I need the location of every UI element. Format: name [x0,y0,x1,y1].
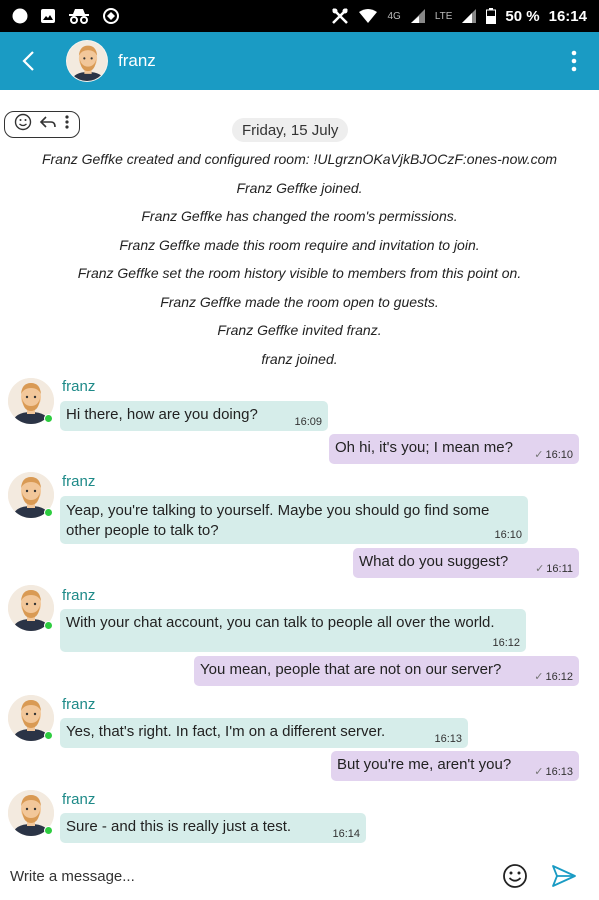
check-icon: ✓ [534,671,544,683]
room-event: Franz Geffke made the room open to guest… [160,293,439,310]
avatar[interactable] [66,40,108,82]
room-event: Franz Geffke invited franz. [217,322,382,339]
avatar[interactable] [8,790,54,836]
clock: 16:14 [548,7,587,25]
wifi-icon [358,8,378,24]
online-indicator [44,508,53,517]
battery-icon [486,8,497,24]
outgoing-message[interactable]: You mean, people that are not on our ser… [194,656,579,686]
avatar[interactable] [8,585,54,631]
online-indicator [44,731,53,740]
avatar[interactable] [8,472,54,518]
message-time: 16:10 [494,529,522,541]
incoming-message[interactable]: Sure - and this is really just a test. 1… [60,813,366,843]
message-time: ✓ 16:12 [534,670,573,683]
room-event: Franz Geffke made this room require and … [119,236,480,253]
app-bar: franz [0,32,599,90]
sender-name[interactable]: franz [62,791,95,808]
room-event: Franz Geffke created and configured room… [41,151,558,168]
circle-icon [12,8,28,24]
online-indicator [44,414,53,423]
outgoing-message[interactable]: Oh hi, it's you; I mean me? ✓ 16:10 [329,434,579,464]
emoji-picker-button[interactable] [502,863,528,889]
outgoing-message[interactable]: What do you suggest? ✓ 16:11 [353,548,579,578]
message-actions-toolbar [4,111,80,138]
message-time-value: 16:11 [546,563,573,575]
room-event: franz joined. [261,350,338,367]
message-text: Yeap, you're talking to yourself. Maybe … [66,502,490,539]
check-icon: ✓ [535,563,545,575]
lte-label: LTE [434,10,453,22]
arrow-left-icon [22,51,34,71]
check-icon: ✓ [534,766,544,778]
online-indicator [44,826,53,835]
more-vertical-icon[interactable] [64,114,70,135]
sync-icon [102,7,120,25]
incoming-message[interactable]: With your chat account, you can talk to … [60,609,526,652]
overflow-menu-button[interactable] [549,32,599,90]
room-event: Franz Geffke joined. [236,179,363,196]
outgoing-message[interactable]: But you're me, aren't you? ✓ 16:13 [331,751,579,781]
date-divider: Friday, 15 July [232,118,349,142]
message-time: 16:13 [434,733,462,745]
battery-level: 50 % [505,7,540,25]
status-bar: 4G LTE 50 % 16:14 [0,0,599,32]
room-event: Franz Geffke set the room history visibl… [77,265,522,282]
message-time-value: 16:12 [545,671,573,683]
more-vertical-icon [571,50,577,72]
check-icon: ✓ [534,449,544,461]
message-text: Yes, that's right. In fact, I'm on a dif… [66,723,386,740]
send-icon [552,865,576,887]
reply-icon[interactable] [39,114,57,135]
sender-name[interactable]: franz [62,473,95,490]
message-time: 16:12 [492,637,520,649]
back-button[interactable] [0,32,58,90]
avatar[interactable] [8,695,54,741]
message-time: ✓ 16:13 [534,765,573,778]
message-composer [0,852,599,900]
message-input[interactable] [10,867,480,885]
signal-icon [461,8,477,24]
avatar[interactable] [8,378,54,424]
incoming-message[interactable]: Hi there, how are you doing? 16:09 [60,401,328,431]
incognito-icon [68,8,90,24]
room-events: Franz Geffke created and configured room… [0,145,599,373]
incoming-message[interactable]: Yes, that's right. In fact, I'm on a dif… [60,718,468,748]
image-icon [40,8,56,24]
message-text: Oh hi, it's you; I mean me? [335,439,513,456]
incoming-message[interactable]: Yeap, you're talking to yourself. Maybe … [60,496,528,544]
message-text: With your chat account, you can talk to … [66,614,495,631]
emoji-reaction-icon[interactable] [14,113,32,136]
sender-name[interactable]: franz [62,696,95,713]
chat-title[interactable]: franz [118,51,156,71]
network-type: 4G [387,10,401,22]
message-text: Sure - and this is really just a test. [66,818,292,835]
message-time: 16:14 [332,828,360,840]
message-time: ✓ 16:10 [534,448,573,461]
message-time: ✓ 16:11 [535,562,573,575]
message-text: But you're me, aren't you? [337,756,512,773]
message-text: Hi there, how are you doing? [66,406,258,423]
tools-icon [331,7,349,25]
emoji-icon [503,864,527,888]
room-event: Franz Geffke has changed the room's perm… [141,208,458,225]
online-indicator [44,621,53,630]
message-time-value: 16:10 [545,449,573,461]
message-time-value: 16:13 [545,766,573,778]
message-text: What do you suggest? [359,553,509,570]
message-text: You mean, people that are not on our ser… [200,661,502,678]
message-time: 16:09 [294,416,322,428]
sender-name[interactable]: franz [62,587,95,604]
send-button[interactable] [550,862,578,890]
signal-icon [410,8,426,24]
sender-name[interactable]: franz [62,378,95,395]
